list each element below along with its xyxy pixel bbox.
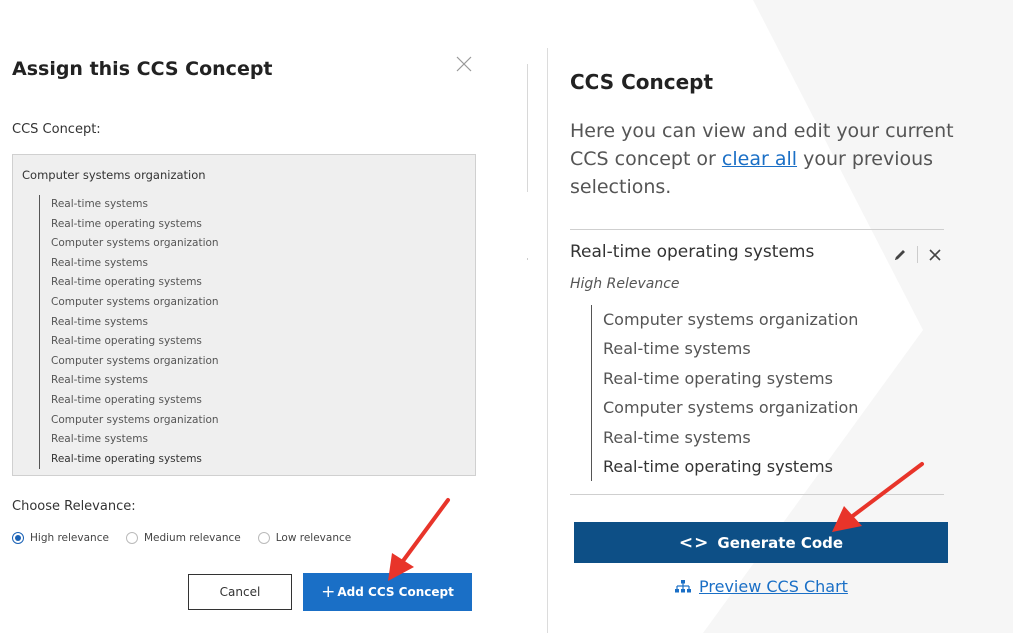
radio-label: Medium relevance	[143, 532, 241, 544]
concept-item: Computer systems organization	[51, 295, 219, 308]
radio-label: High relevance	[30, 532, 109, 544]
concept-item: Computer systems organization	[51, 237, 219, 250]
concept-item: Real-time operating systems	[51, 335, 202, 348]
org-chart-icon	[675, 579, 691, 592]
plus-icon: +	[321, 582, 336, 602]
preview-ccs-chart-label: Preview CCS Chart	[699, 577, 848, 596]
concept-tree-box: Computer systems organization Real-time …	[12, 154, 476, 476]
concept-item: Real-time operating systems	[51, 276, 202, 289]
selected-relevance: High Relevance	[570, 276, 680, 292]
relevance-radio-group: High relevance Medium relevance Low rele…	[12, 532, 368, 544]
concept-item: Real-time systems	[51, 256, 148, 269]
cancel-button[interactable]: Cancel	[188, 574, 292, 610]
concept-item: Real-time systems	[51, 374, 148, 387]
concept-item: Computer systems organization	[51, 354, 219, 367]
radio-label: Low relevance	[275, 532, 352, 544]
selected-concept-item: Real-time systems	[603, 339, 751, 359]
selected-concept-item: Real-time operating systems	[603, 368, 833, 388]
selected-concept-item: Real-time operating systems	[603, 456, 833, 476]
generate-code-label: Generate Code	[717, 533, 844, 552]
concept-list: Real-time systems Real-time operating sy…	[39, 195, 219, 470]
concept-item: Real-time systems	[51, 315, 148, 328]
radio-medium-relevance[interactable]: Medium relevance	[125, 532, 241, 544]
clear-all-link[interactable]: clear all	[722, 148, 797, 170]
add-button-label: Add CCS Concept	[337, 585, 454, 599]
add-ccs-concept-button[interactable]: + Add CCS Concept	[303, 573, 472, 611]
panel-divider	[547, 48, 548, 633]
pencil-icon[interactable]	[892, 247, 908, 263]
remove-icon[interactable]	[927, 247, 943, 263]
selected-concept-item: Computer systems organization	[603, 398, 859, 418]
concept-item: Real-time operating systems	[51, 452, 202, 465]
concept-item: Real-time operating systems	[51, 393, 202, 406]
concept-item: Real-time systems	[51, 198, 148, 210]
generate-code-button[interactable]: <> Generate Code	[574, 522, 948, 563]
radio-unchecked-icon[interactable]	[125, 532, 138, 544]
selected-concept-title: Real-time operating systems	[570, 242, 815, 262]
divider-mark	[527, 258, 528, 260]
relevance-label: Choose Relevance:	[12, 499, 136, 514]
panel-title: CCS Concept	[570, 70, 714, 94]
action-separator	[917, 246, 918, 263]
dialog-divider	[527, 64, 528, 192]
dialog-title: Assign this CCS Concept	[12, 58, 273, 80]
concept-item: Computer systems organization	[51, 413, 219, 426]
selected-concept-list: Computer systems organization Real-time …	[591, 305, 859, 482]
assign-concept-dialog: Assign this CCS Concept CCS Concept: Com…	[0, 0, 525, 633]
radio-high-relevance[interactable]: High relevance	[12, 532, 109, 544]
radio-checked-icon[interactable]	[12, 532, 24, 544]
code-icon: <>	[678, 532, 710, 553]
selected-concept-item: Computer systems organization	[603, 310, 859, 329]
close-icon[interactable]	[452, 52, 476, 76]
preview-ccs-chart-link[interactable]: Preview CCS Chart	[675, 577, 848, 596]
divider	[570, 494, 944, 495]
selected-concept-item: Real-time systems	[603, 427, 751, 447]
radio-low-relevance[interactable]: Low relevance	[257, 532, 352, 544]
divider	[570, 229, 944, 230]
concept-label: CCS Concept:	[12, 122, 101, 137]
panel-description: Here you can view and edit your current …	[570, 117, 960, 201]
concept-item: Real-time systems	[51, 433, 148, 446]
concept-item: Real-time operating systems	[51, 217, 202, 230]
radio-unchecked-icon[interactable]	[257, 532, 270, 544]
concept-root: Computer systems organization	[22, 168, 206, 182]
